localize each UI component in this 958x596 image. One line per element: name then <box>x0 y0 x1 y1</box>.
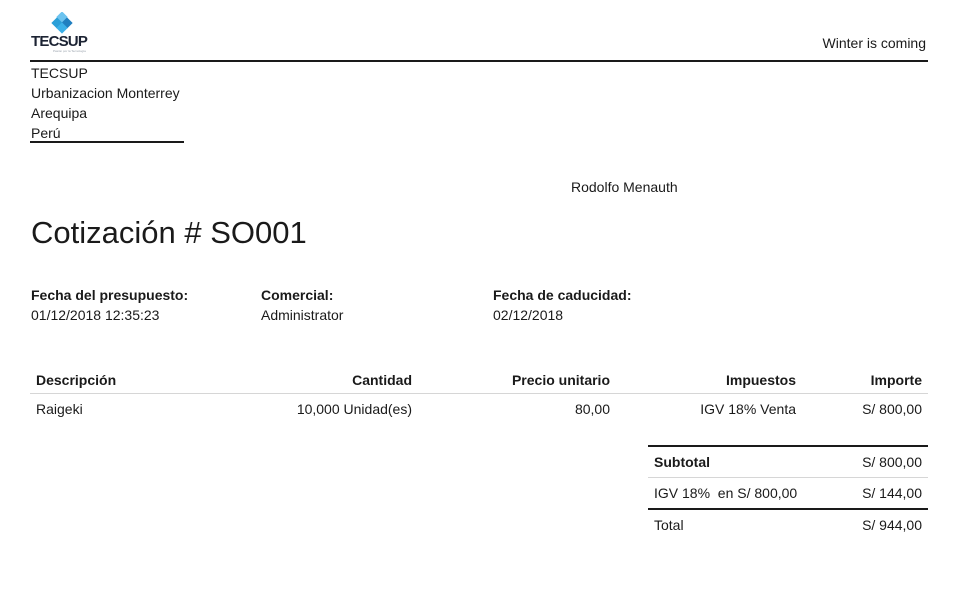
total-row: Total S/ 944,00 <box>648 508 928 540</box>
subtotal-value: S/ 800,00 <box>839 445 928 478</box>
company-country: Perú <box>31 125 61 141</box>
subtotal-row: Subtotal S/ 800,00 <box>648 445 928 478</box>
logo-subtext: Pasión por la Tecnología <box>53 49 86 53</box>
tax-row: IGV 18% en S/ 800,00 S/ 144,00 <box>648 477 928 509</box>
column-header-quantity: Cantidad <box>250 367 418 394</box>
quotation-date-value: 01/12/2018 12:35:23 <box>31 307 160 323</box>
totals-table: Subtotal S/ 800,00 IGV 18% en S/ 800,00 … <box>648 445 928 540</box>
column-header-taxes: Impuestos <box>616 367 802 394</box>
company-address: TECSUP Urbanizacion Monterrey Arequipa P… <box>31 63 180 143</box>
subtotal-label: Subtotal <box>648 445 840 478</box>
header-divider <box>30 60 928 62</box>
logo-wordmark: TECSUP <box>31 33 88 50</box>
expiry-date-value: 02/12/2018 <box>493 307 564 323</box>
customer-name: Rodolfo Menauth <box>571 179 678 195</box>
company-tagline: Winter is coming <box>822 35 926 51</box>
address-divider <box>30 141 184 143</box>
column-header-unit-price: Precio unitario <box>418 367 616 394</box>
salesperson-value: Administrator <box>261 307 344 323</box>
quotation-date-block: Fecha del presupuesto: 01/12/2018 12:35:… <box>31 285 188 325</box>
column-header-description: Descripción <box>30 367 250 394</box>
table-header-row: Descripción Cantidad Precio unitario Imp… <box>30 367 928 394</box>
line-quantity: 10,000 Unidad(es) <box>296 401 412 417</box>
line-unit-price: 80,00 <box>574 401 610 417</box>
tecsup-logo-icon <box>51 12 73 34</box>
total-label: Total <box>648 508 840 540</box>
order-lines-table: Descripción Cantidad Precio unitario Imp… <box>30 367 928 424</box>
line-description: Raigeki <box>36 401 83 417</box>
column-header-amount: Importe <box>802 367 928 394</box>
company-name: TECSUP <box>31 65 88 81</box>
company-logo: TECSUP Pasión por la Tecnología <box>31 12 93 56</box>
tax-value: S/ 144,00 <box>839 477 928 509</box>
expiry-date-label: Fecha de caducidad: <box>493 287 632 303</box>
salesperson-label: Comercial: <box>261 287 334 303</box>
company-street: Urbanizacion Monterrey <box>31 85 180 101</box>
line-amount: S/ 800,00 <box>862 401 922 417</box>
tax-label: IGV 18% en S/ 800,00 <box>648 477 840 509</box>
salesperson-block: Comercial: Administrator <box>261 285 343 325</box>
table-row: Raigeki 10,000 Unidad(es) 80,00 IGV 18% … <box>30 394 928 425</box>
total-value: S/ 944,00 <box>839 508 928 540</box>
line-taxes: IGV 18% Venta <box>700 401 796 417</box>
quotation-date-label: Fecha del presupuesto: <box>31 287 189 303</box>
document-title: Cotización # SO001 <box>31 215 307 250</box>
expiry-date-block: Fecha de caducidad: 02/12/2018 <box>493 285 631 325</box>
company-city: Arequipa <box>31 105 88 121</box>
